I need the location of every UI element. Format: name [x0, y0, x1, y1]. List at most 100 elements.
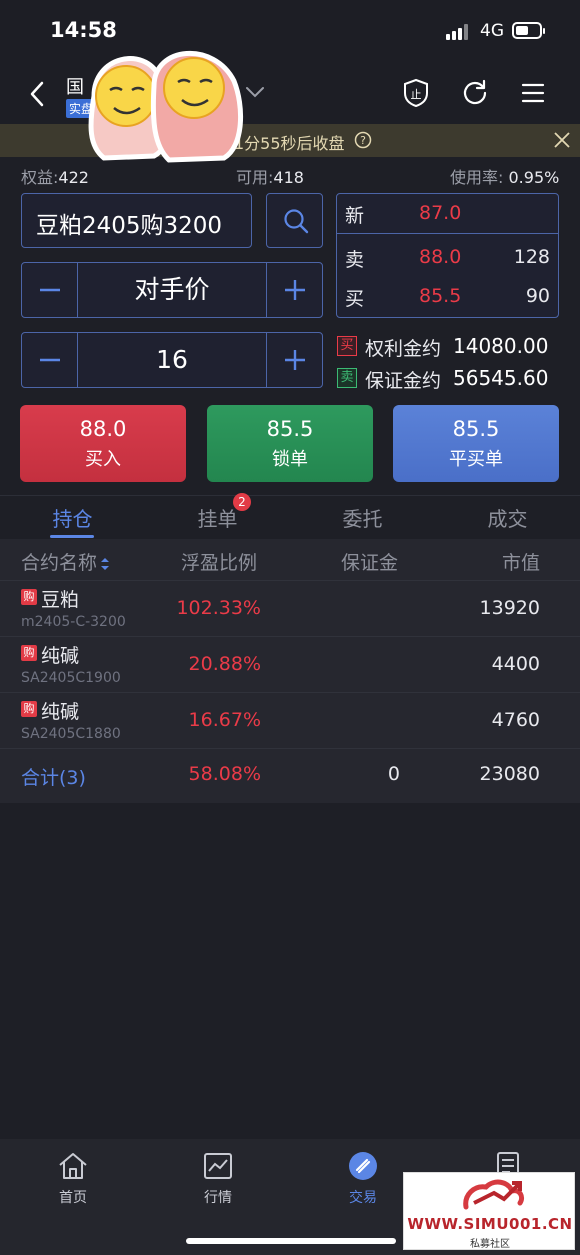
header-market-value: 市值: [501, 552, 540, 574]
buy-price: 88.0: [79, 417, 127, 441]
pnl-ratio: 20.88%: [188, 653, 261, 675]
search-button[interactable]: [266, 193, 323, 248]
close-icon[interactable]: [553, 131, 571, 149]
close-price: 85.5: [452, 417, 500, 441]
home-indicator: [186, 1238, 396, 1244]
contract-name: 纯碱: [41, 645, 80, 667]
nav-home-label: 首页: [59, 1190, 87, 1206]
last-label: 新: [345, 205, 365, 227]
premium-value: 14080.00: [453, 334, 549, 358]
quote-bid-row[interactable]: 买 85.5 90: [337, 277, 558, 317]
available-label: 可用:: [236, 168, 274, 187]
home-icon: [59, 1153, 87, 1179]
bid-label: 买: [345, 288, 365, 310]
equity-label: 权益:: [21, 168, 59, 187]
plus-icon: [285, 280, 305, 300]
contract-name: 纯碱: [41, 701, 80, 723]
bid-volume: 90: [525, 285, 550, 307]
call-tag: 购: [21, 589, 37, 605]
signal-icon: [446, 24, 472, 40]
usage-summary: 使用率: 0.95%: [450, 164, 559, 188]
divider: [0, 495, 580, 496]
contract-code: SA2405C1880: [21, 726, 121, 742]
header-pnl-ratio: 浮盈比例: [181, 552, 258, 574]
contract-code: SA2405C1900: [21, 670, 121, 686]
watermark: WWW.SIMU001.CN 私募社区: [403, 1172, 575, 1250]
available-summary: 可用:418: [236, 164, 304, 188]
battery-icon: [512, 22, 545, 39]
refresh-icon[interactable]: [462, 79, 488, 105]
table-row[interactable]: 购 纯碱 SA2405C1880 16.67% 4760: [0, 692, 580, 748]
menu-icon[interactable]: [521, 82, 545, 104]
quote-panel: 新 87.0 卖 88.0 128 买 85.5 90: [336, 193, 559, 318]
equity-value: 422: [58, 168, 89, 187]
quantity-increase-button[interactable]: [266, 333, 322, 387]
nav-home[interactable]: 首页: [13, 1151, 133, 1207]
usage-label: 使用率:: [450, 168, 504, 187]
total-label: 合计(3): [21, 767, 86, 789]
emoji-sticker-icon: [88, 50, 244, 163]
quote-last-row: 新 87.0: [337, 194, 558, 234]
market-value: 4760: [491, 709, 540, 731]
close-label: 平买单: [449, 449, 503, 470]
shield-icon[interactable]: 止: [402, 78, 430, 108]
total-pnl-ratio: 58.08%: [188, 763, 261, 785]
tab-trades[interactable]: 成交: [435, 503, 580, 532]
market-value: 13920: [479, 597, 540, 619]
chevron-down-icon[interactable]: [244, 84, 266, 100]
help-icon[interactable]: ?: [354, 131, 372, 149]
pnl-ratio: 102.33%: [176, 597, 261, 619]
equity-summary: 权益:422: [21, 164, 89, 188]
network-type: 4G: [480, 21, 504, 41]
plus-icon: [285, 350, 305, 370]
bid-price: 85.5: [419, 285, 462, 307]
price-increase-button[interactable]: [266, 263, 322, 317]
header-contract-name[interactable]: 合约名称: [21, 548, 111, 575]
tab-orders[interactable]: 委托: [290, 503, 435, 532]
header-margin: 保证金: [341, 552, 399, 574]
chart-icon: [204, 1153, 232, 1179]
premium-label: 权利金约: [365, 338, 442, 360]
position-tabs: 持仓 挂单 2 委托 成交: [0, 493, 580, 539]
lock-price: 85.5: [266, 417, 314, 441]
quote-ask-row[interactable]: 卖 88.0 128: [337, 238, 558, 278]
header-contract-label: 合约名称: [21, 552, 98, 574]
buy-label: 买入: [85, 449, 121, 470]
margin-label: 保证金约: [365, 370, 442, 392]
tab-positions[interactable]: 持仓: [0, 503, 145, 532]
sort-icon: [101, 557, 110, 570]
search-icon: [284, 209, 309, 234]
lock-button[interactable]: 85.5 锁单: [207, 405, 373, 482]
call-tag: 购: [21, 645, 37, 661]
tab-underline: [50, 535, 94, 538]
usage-value: 0.95%: [508, 168, 560, 187]
watermark-sub: 私募社区: [470, 1239, 510, 1250]
close-position-button[interactable]: 85.5 平买单: [393, 405, 559, 482]
total-row: 合计(3) 58.08% 0 23080: [0, 748, 580, 804]
quantity-value[interactable]: 16: [78, 333, 266, 387]
price-stepper: 对手价: [21, 262, 323, 318]
quantity-decrease-button[interactable]: [22, 333, 78, 387]
contract-input[interactable]: 豆粕2405购3200: [21, 193, 252, 248]
available-value: 418: [273, 168, 304, 187]
minus-icon: [40, 288, 60, 292]
sell-tag: 卖: [337, 368, 357, 388]
margin-value: 56545.60: [453, 366, 549, 390]
table-row[interactable]: 购 豆粕 m2405-C-3200 102.33% 13920: [0, 580, 580, 636]
watermark-logo-icon: [463, 1179, 525, 1210]
price-decrease-button[interactable]: [22, 263, 78, 317]
tab-pending[interactable]: 挂单: [145, 503, 290, 532]
call-tag: 购: [21, 701, 37, 717]
nav-market-label: 行情: [204, 1190, 232, 1206]
svg-text:?: ?: [360, 134, 366, 147]
ask-price: 88.0: [419, 246, 462, 268]
watermark-site: WWW.SIMU001.CN: [407, 1215, 573, 1233]
price-type-value[interactable]: 对手价: [78, 263, 266, 317]
total-market-value: 23080: [479, 763, 540, 785]
account-title[interactable]: 国: [66, 73, 84, 99]
total-margin: 0: [387, 763, 400, 785]
nav-market[interactable]: 行情: [158, 1151, 278, 1207]
back-icon[interactable]: [26, 80, 50, 108]
table-row[interactable]: 购 纯碱 SA2405C1900 20.88% 4400: [0, 636, 580, 692]
buy-button[interactable]: 88.0 买入: [20, 405, 186, 482]
